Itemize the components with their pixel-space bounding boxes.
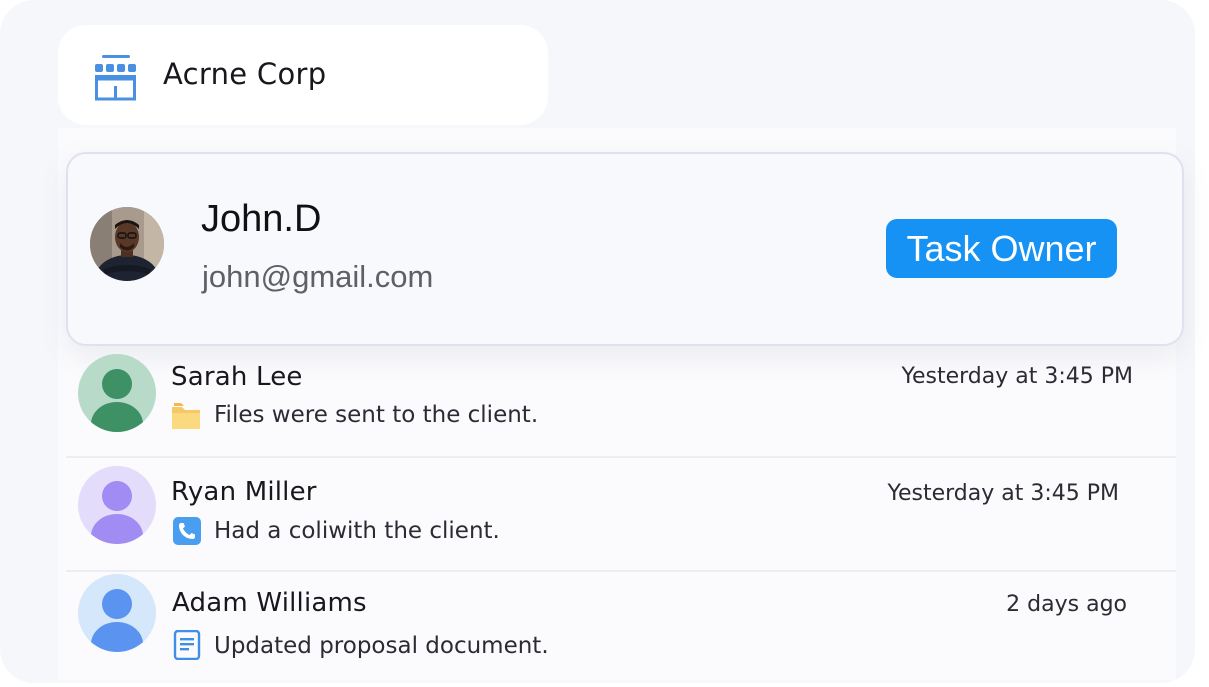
phone-icon <box>173 517 201 545</box>
activity-description: Files were sent to the client. <box>214 402 539 428</box>
activity-item[interactable] <box>66 456 1176 570</box>
activity-item[interactable] <box>66 342 1176 454</box>
owner-email: john@gmail.com <box>202 259 434 294</box>
user-avatar <box>78 466 156 544</box>
activity-timestamp: Yesterday at 3:45 PM <box>887 481 1119 506</box>
folder-icon <box>172 403 200 429</box>
activity-user-name: Ryan Miller <box>171 477 317 507</box>
activity-description: Updated proposal document. <box>214 633 549 659</box>
activity-user-name: Sarah Lee <box>171 362 303 392</box>
storefront-icon <box>95 55 136 101</box>
activity-timestamp: Yesterday at 3:45 PM <box>901 364 1133 389</box>
task-owner-badge: Task Owner <box>886 219 1117 278</box>
owner-photo <box>90 207 164 281</box>
activity-description: Had a coliwith the client. <box>214 518 500 544</box>
owner-avatar <box>90 207 164 281</box>
user-avatar <box>78 354 156 432</box>
organization-name: Acrne Corp <box>163 57 327 91</box>
document-icon <box>173 630 201 660</box>
user-avatar <box>78 574 156 652</box>
activity-user-name: Adam Williams <box>172 588 367 618</box>
activity-timestamp: 2 days ago <box>1006 592 1127 617</box>
owner-name: John.D <box>201 198 322 240</box>
